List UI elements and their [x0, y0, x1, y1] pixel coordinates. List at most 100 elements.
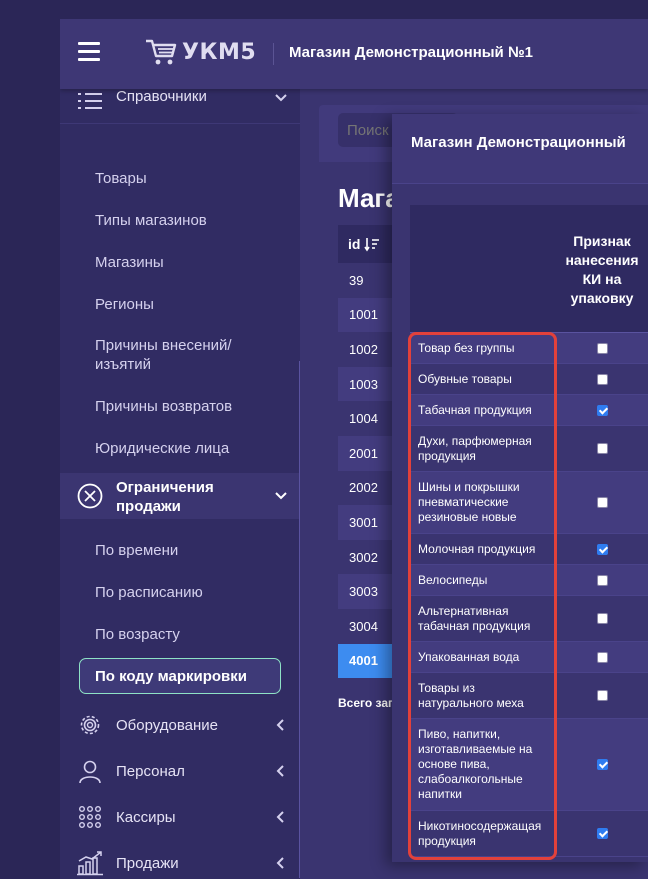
- checkbox-cell: [556, 759, 648, 770]
- table-row: Товар без группы: [410, 333, 648, 364]
- table-row: Обувные товары: [410, 364, 648, 395]
- table-row: Товары из натурального меха: [410, 673, 648, 719]
- sidebar-item-store-types[interactable]: Типы магазинов: [95, 211, 207, 230]
- table-row[interactable]: 1003: [338, 366, 398, 402]
- table-row[interactable]: 4001: [338, 643, 398, 679]
- sidebar-group-directories[interactable]: Справочники: [60, 89, 300, 119]
- table-row[interactable]: 3004: [338, 609, 398, 644]
- logo-text: УКМ5: [182, 39, 257, 65]
- top-header: УКМ5 Магазин Демонстрационный №1: [60, 19, 648, 89]
- sidebar-item-by-marking-code[interactable]: По коду маркировки: [79, 658, 281, 694]
- product-group-name: Молочная продукция: [418, 541, 536, 556]
- sidebar-item-products[interactable]: Товары: [95, 169, 147, 188]
- table-row[interactable]: 3002: [338, 540, 398, 575]
- checkbox-cell: [556, 690, 648, 701]
- sidebar-item-regions[interactable]: Регионы: [95, 295, 154, 314]
- column-header-id[interactable]: id: [338, 225, 398, 263]
- checkbox-cell: [556, 373, 648, 385]
- product-group-name: Обувные товары: [418, 371, 512, 386]
- cancel-circle-icon: [76, 482, 104, 510]
- sidebar-group-label: Персонал: [116, 763, 185, 780]
- sidebar-group-sales[interactable]: Продажи: [60, 849, 300, 877]
- sort-desc-icon: [364, 238, 380, 252]
- table-row[interactable]: 3001: [338, 505, 398, 540]
- sidebar-group-label: Продажи: [116, 855, 179, 872]
- menu-burger-icon[interactable]: [78, 42, 100, 62]
- table-row: Никотиносодержащая продукция: [410, 811, 648, 857]
- marking-table: Признак нанесения КИ на упаковку Товар б…: [410, 205, 648, 857]
- product-group-name: Пиво, напитки, изготавливаемые на основе…: [418, 727, 533, 801]
- chevron-down-icon: [275, 492, 287, 500]
- product-group-name: Альтернативная табачная продукция: [418, 603, 531, 633]
- table-row: Духи, парфюмерная продукция: [410, 426, 648, 472]
- table-row: Упакованная вода: [410, 642, 648, 673]
- marking-checkbox[interactable]: [596, 404, 608, 416]
- sidebar-group-equipment[interactable]: Оборудование: [60, 711, 300, 739]
- sidebar: Справочники Товары Типы магазинов Магази…: [60, 89, 300, 879]
- marking-checkbox[interactable]: [596, 574, 608, 586]
- column-header-label: id: [348, 236, 361, 252]
- sidebar-item-stores[interactable]: Магазины: [95, 253, 164, 272]
- sidebar-group-label: Ограничения продажи: [116, 479, 214, 515]
- chevron-left-icon: [276, 719, 284, 731]
- marking-checkbox[interactable]: [596, 342, 608, 354]
- sidebar-group-cashiers[interactable]: Кассиры: [60, 803, 300, 831]
- marking-checkbox[interactable]: [596, 373, 608, 385]
- checkbox-cell: [556, 651, 648, 663]
- table-row[interactable]: 3003: [338, 574, 398, 609]
- checkbox-cell: [556, 342, 648, 354]
- product-group-name: Шины и покрышки пневматические резиновые…: [418, 480, 520, 524]
- list-icon: [76, 89, 104, 115]
- table-row: Молочная продукция: [410, 534, 648, 565]
- checkbox-cell: [556, 404, 648, 416]
- divider: [60, 123, 300, 124]
- checkbox-cell: [556, 828, 648, 839]
- marking-checkbox[interactable]: [596, 613, 608, 624]
- sidebar-group-staff[interactable]: Персонал: [60, 757, 300, 785]
- checkbox-cell: [556, 497, 648, 508]
- chevron-down-icon: [275, 94, 287, 102]
- sidebar-item-by-time[interactable]: По времени: [95, 541, 178, 560]
- table-row[interactable]: 1001: [338, 297, 398, 333]
- marking-checkbox[interactable]: [596, 651, 608, 663]
- marking-checkbox[interactable]: [596, 443, 608, 454]
- marking-checkbox[interactable]: [596, 759, 608, 770]
- header-divider: [273, 43, 274, 65]
- sidebar-scrollbar[interactable]: [299, 361, 300, 878]
- table-row[interactable]: 1002: [338, 332, 398, 367]
- logo[interactable]: УКМ5: [144, 37, 256, 67]
- sidebar-item-by-age[interactable]: По возрасту: [95, 625, 180, 644]
- marking-checkbox[interactable]: [596, 690, 608, 701]
- page-title: Мага: [338, 183, 400, 213]
- checkbox-cell: [556, 613, 648, 624]
- table-row[interactable]: 39: [338, 263, 398, 298]
- product-group-name: Упакованная вода: [418, 649, 520, 664]
- sidebar-item-by-schedule[interactable]: По расписанию: [95, 583, 203, 602]
- marking-checkbox[interactable]: [596, 543, 608, 555]
- sidebar-item-legal-entities[interactable]: Юридические лица: [95, 439, 229, 458]
- product-group-name: Товары из натурального меха: [418, 680, 524, 710]
- product-group-name: Велосипеды: [418, 572, 488, 587]
- modal-header: Магазин Демонстрационный: [392, 114, 648, 184]
- table-row: Велосипеды: [410, 565, 648, 596]
- id-table: id 39 1001 1002 1003 1004 2001 2002 3001 3002 300…: [338, 225, 398, 679]
- table-row: Пиво, напитки, изготавливаемые на основе…: [410, 719, 648, 811]
- sidebar-item-deposit-reasons[interactable]: Причины внесений/ изъятий: [95, 336, 265, 374]
- sidebar-group-label: Справочники: [116, 89, 207, 105]
- table-row[interactable]: 1004: [338, 401, 398, 436]
- sidebar-group-restrictions[interactable]: Ограничения продажи: [60, 473, 300, 519]
- store-title: Магазин Демонстрационный №1: [289, 44, 534, 61]
- checkbox-cell: [556, 443, 648, 454]
- sidebar-item-return-reasons[interactable]: Причины возвратов: [95, 397, 232, 416]
- marking-modal: Магазин Демонстрационный Признак нанесен…: [392, 114, 648, 862]
- user-icon: [76, 757, 104, 785]
- table-row[interactable]: 2002: [338, 471, 398, 506]
- table-row: Табачная продукция: [410, 395, 648, 426]
- table-row[interactable]: 2001: [338, 435, 398, 471]
- checkbox-cell: [556, 543, 648, 555]
- chevron-left-icon: [276, 765, 284, 777]
- marking-checkbox[interactable]: [596, 497, 608, 508]
- table-row: Шины и покрышки пневматические резиновые…: [410, 472, 648, 534]
- modal-title: Магазин Демонстрационный: [411, 134, 626, 151]
- marking-checkbox[interactable]: [596, 828, 608, 839]
